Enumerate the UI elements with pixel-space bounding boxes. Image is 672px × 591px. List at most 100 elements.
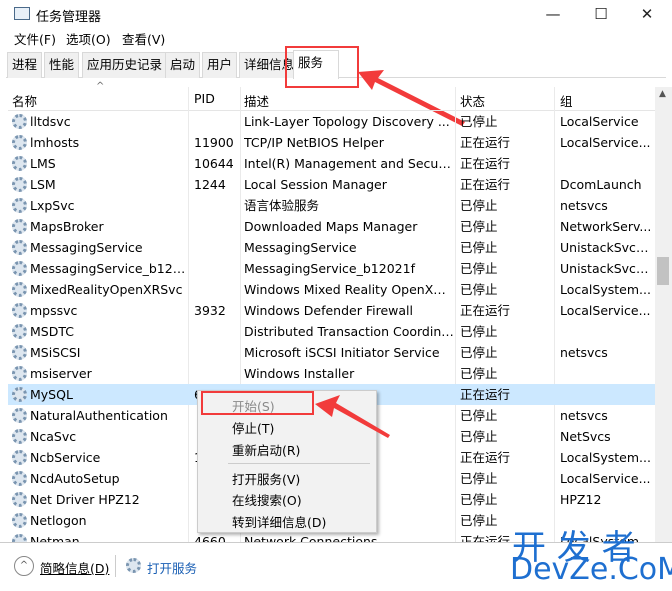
service-status: 已停止: [460, 471, 498, 486]
service-description: MessagingService_b12021f: [244, 261, 415, 276]
minimize-button[interactable]: —: [538, 4, 568, 24]
menu-item-restart[interactable]: 重新启动(R): [232, 440, 300, 459]
gear-icon: [12, 135, 27, 150]
watermark-logo: DevZe.CoM: [510, 552, 672, 587]
menu-separator: [228, 463, 370, 464]
service-group: netsvcs: [560, 198, 608, 213]
service-description: Windows Mixed Reality OpenXR ...: [244, 282, 454, 297]
scroll-up-icon[interactable]: ▲: [659, 89, 666, 99]
service-description: Distributed Transaction Coordina...: [244, 324, 454, 339]
service-name: Netman: [30, 534, 80, 542]
service-name: NcaSvc: [30, 429, 77, 444]
gear-icon: [12, 156, 27, 171]
menu-item-search-online[interactable]: 在线搜索(O): [232, 490, 302, 509]
service-name: mpssvc: [30, 303, 78, 318]
service-status: 正在运行: [460, 135, 511, 150]
vertical-scrollbar[interactable]: ▲: [655, 87, 672, 542]
table-row[interactable]: MessagingService_b120... MessagingServic…: [8, 258, 655, 279]
menu-item-stop[interactable]: 停止(T): [232, 418, 274, 437]
menu-file[interactable]: 文件(F): [14, 29, 56, 48]
service-status: 已停止: [460, 240, 498, 255]
service-name: MSDTC: [30, 324, 74, 339]
service-pid: 11900: [194, 135, 234, 150]
service-group: LocalSystem...: [560, 282, 651, 297]
service-name: NcdAutoSetup: [30, 471, 120, 486]
service-name: Netlogon: [30, 513, 87, 528]
tab-users[interactable]: 用户: [202, 52, 238, 78]
gear-icon: [12, 219, 27, 234]
gear-icon: [12, 177, 27, 192]
service-name: MixedRealityOpenXRSvc: [30, 282, 183, 297]
gear-icon: [12, 114, 27, 129]
service-group: UnistackSvcG...: [560, 240, 652, 255]
tab-startup[interactable]: 启动: [165, 52, 201, 78]
gear-icon: [12, 387, 27, 402]
table-row[interactable]: MSDTC Distributed Transaction Coordina..…: [8, 321, 655, 342]
service-name: NcbService: [30, 450, 101, 465]
table-row[interactable]: lltdsvc Link-Layer Topology Discovery ..…: [8, 111, 655, 132]
col-status[interactable]: 状态: [460, 91, 485, 110]
table-row[interactable]: MSiSCSI Microsoft iSCSI Initiator Servic…: [8, 342, 655, 363]
table-row[interactable]: msiserver Windows Installer 已停止: [8, 363, 655, 384]
gear-icon: [126, 558, 141, 573]
gear-icon: [12, 345, 27, 360]
gear-icon: [12, 534, 27, 542]
gear-icon: [12, 324, 27, 339]
gear-icon: [12, 366, 27, 381]
service-status: 已停止: [460, 282, 498, 297]
gear-icon: [12, 429, 27, 444]
table-row[interactable]: LMS 10644 Intel(R) Management and Securi…: [8, 153, 655, 174]
table-row[interactable]: mpssvc 3932 Windows Defender Firewall 正在…: [8, 300, 655, 321]
col-group[interactable]: 组: [560, 91, 573, 110]
gear-icon: [12, 408, 27, 423]
menu-view[interactable]: 查看(V): [122, 29, 165, 48]
service-status: 正在运行: [460, 450, 511, 465]
maximize-button[interactable]: ☐: [586, 4, 616, 24]
menu-options[interactable]: 选项(O): [66, 29, 111, 48]
service-name: LMS: [30, 156, 56, 171]
scrollbar-thumb[interactable]: [657, 257, 669, 285]
gear-icon: [12, 303, 27, 318]
open-services-link[interactable]: 打开服务: [147, 558, 197, 577]
service-name: MessagingService: [30, 240, 143, 255]
table-row[interactable]: LSM 1244 Local Session Manager 正在运行 Dcom…: [8, 174, 655, 195]
col-name[interactable]: 名称: [12, 91, 37, 110]
less-details-button[interactable]: 简略信息(D): [40, 558, 109, 577]
service-description: MessagingService: [244, 240, 357, 255]
service-name: NaturalAuthentication: [30, 408, 168, 423]
service-description: Intel(R) Management and Securit...: [244, 156, 454, 171]
service-status: 已停止: [460, 114, 498, 129]
menu-item-go-to-details[interactable]: 转到详细信息(D): [232, 512, 326, 531]
service-status: 正在运行: [460, 156, 511, 171]
gear-icon: [12, 282, 27, 297]
service-description: TCP/IP NetBIOS Helper: [244, 135, 384, 150]
close-button[interactable]: ✕: [632, 4, 662, 24]
service-group: NetSvcs: [560, 429, 611, 444]
tab-app-history[interactable]: 应用历史记录: [82, 52, 168, 78]
gear-icon: [12, 471, 27, 486]
col-description[interactable]: 描述: [244, 91, 269, 110]
service-name: Net Driver HPZ12: [30, 492, 140, 507]
menu-item-open-services[interactable]: 打开服务(V): [232, 469, 300, 488]
col-pid[interactable]: PID: [194, 91, 215, 106]
service-group: LocalService...: [560, 471, 651, 486]
chevron-up-icon[interactable]: ^: [14, 556, 34, 576]
table-row[interactable]: LxpSvc 语言体验服务 已停止 netsvcs: [8, 195, 655, 216]
service-name: LxpSvc: [30, 198, 75, 213]
table-row[interactable]: MapsBroker Downloaded Maps Manager 已停止 N…: [8, 216, 655, 237]
table-header: 名称 ^ PID 描述 状态 组: [8, 81, 655, 111]
tab-processes[interactable]: 进程: [7, 52, 43, 78]
service-status: 正在运行: [460, 387, 511, 402]
highlight-box-start: [201, 391, 314, 415]
service-status: 已停止: [460, 219, 498, 234]
service-status: 正在运行: [460, 303, 511, 318]
service-group: LocalSystem...: [560, 450, 651, 465]
table-row[interactable]: MixedRealityOpenXRSvc Windows Mixed Real…: [8, 279, 655, 300]
tab-performance[interactable]: 性能: [44, 52, 80, 78]
service-name: MSiSCSI: [30, 345, 81, 360]
gear-icon: [12, 240, 27, 255]
service-status: 已停止: [460, 429, 498, 444]
service-name: MessagingService_b120...: [30, 261, 188, 276]
table-row[interactable]: lmhosts 11900 TCP/IP NetBIOS Helper 正在运行…: [8, 132, 655, 153]
table-row[interactable]: MessagingService MessagingService 已停止 Un…: [8, 237, 655, 258]
